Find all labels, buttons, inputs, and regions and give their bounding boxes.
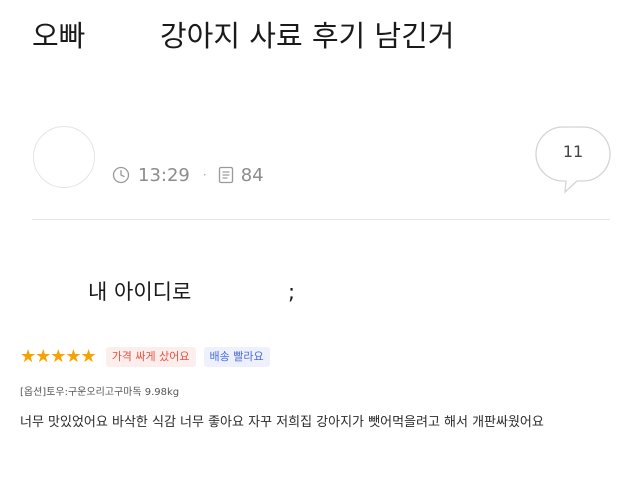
post-author-label: 오빠 bbox=[32, 19, 86, 53]
review-tag-shipping: 배송 빨라요 bbox=[203, 347, 270, 367]
post-title: 강아지 사료 후기 남긴거 bbox=[160, 19, 455, 53]
comment-count-button[interactable]: 11 bbox=[535, 126, 611, 194]
document-icon bbox=[218, 166, 234, 184]
rating-stars: ★★★★★ bbox=[20, 346, 97, 367]
avatar[interactable] bbox=[33, 126, 95, 188]
post-meta: 13:29 · 84 bbox=[112, 162, 264, 188]
review-tag-price: 가격 싸게 샀어요 bbox=[105, 347, 196, 367]
review-text: 너무 맛있었어요 바삭한 식감 너무 좋아요 자꾸 저희집 강아지가 뺏어먹을려… bbox=[20, 415, 544, 430]
post-body-text: 내 아이디로 bbox=[88, 280, 192, 304]
divider bbox=[32, 219, 610, 220]
view-count: 84 bbox=[240, 164, 264, 186]
review-option: [옵션]토우:구운오리고구마독 9.98kg bbox=[20, 387, 180, 398]
comment-count: 11 bbox=[562, 142, 584, 161]
post-body-suffix: ; bbox=[288, 280, 296, 304]
review-header: ★★★★★ 가격 싸게 샀어요 배송 빨라요 bbox=[20, 344, 270, 370]
post-time: 13:29 bbox=[138, 164, 190, 186]
clock-icon bbox=[112, 166, 130, 184]
meta-separator: · bbox=[202, 168, 207, 182]
